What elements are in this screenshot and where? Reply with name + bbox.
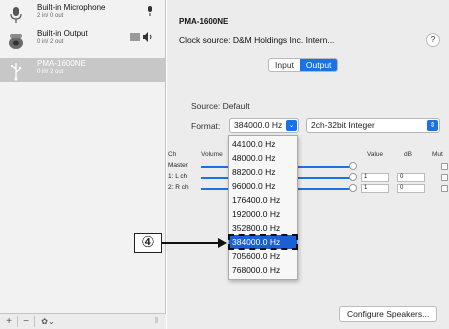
device-sidebar: Built-in Microphone 2 in/ 0 out Built-in… <box>0 0 166 329</box>
menu-item-48000[interactable]: 48000.0 Hz <box>229 151 297 165</box>
device-item-pma-1600ne[interactable]: PMA-1600NE 0 in/ 2 out <box>0 58 166 82</box>
device-io: 0 in/ 2 out <box>37 39 64 45</box>
right-value-field[interactable]: 1 <box>361 184 389 193</box>
device-item-built-in-microphone[interactable]: Built-in Microphone 2 in/ 0 out <box>0 2 166 26</box>
left-value-field[interactable]: 1 <box>361 173 389 182</box>
sidebar-toolbar: + − ✿⌄ ⦀ <box>0 313 166 329</box>
menu-item-96000[interactable]: 96000.0 Hz <box>229 179 297 193</box>
left-db-field[interactable]: 0 <box>397 173 425 182</box>
device-io: 2 in/ 0 out <box>37 13 64 19</box>
tab-output[interactable]: Output <box>299 59 338 71</box>
column-header-db: dB <box>404 151 412 158</box>
device-title: PMA-1600NE <box>179 17 229 26</box>
left-volume-knob[interactable] <box>349 173 357 181</box>
format-label: Format: <box>191 121 221 131</box>
chevron-down-icon: ⌄ <box>286 120 297 131</box>
step-callout-badge: ④ <box>134 233 162 253</box>
channel-label-left: 1: L ch <box>168 173 188 180</box>
device-name: PMA-1600NE <box>37 59 86 68</box>
menu-item-384000-selected[interactable]: 384000.0 Hz <box>228 234 298 250</box>
menu-item-44100[interactable]: 44100.0 Hz <box>229 137 297 151</box>
menu-item-88200[interactable]: 88200.0 Hz <box>229 165 297 179</box>
bit-format-select[interactable]: 2ch-32bit Integer ⇕ <box>306 118 440 133</box>
column-header-mute: Mut <box>432 151 443 158</box>
device-name: Built-in Microphone <box>37 3 106 12</box>
configure-speakers-button[interactable]: Configure Speakers... <box>339 306 438 322</box>
menu-item-768000[interactable]: 768000.0 Hz <box>229 263 297 277</box>
add-device-button[interactable]: + <box>3 315 15 328</box>
callout-arrow-line <box>162 242 220 244</box>
callout-arrow-head-icon <box>218 238 227 248</box>
divider <box>34 316 35 327</box>
channel-label-master: Master <box>168 162 188 169</box>
column-header-ch: Ch <box>168 151 177 158</box>
io-tab-control: Input Output <box>268 58 339 72</box>
clock-source-label[interactable]: Clock source: D&M Holdings Inc. Intern..… <box>179 35 334 45</box>
master-mute-checkbox[interactable] <box>441 163 448 170</box>
microphone-icon <box>6 5 26 25</box>
resize-grip-icon[interactable]: ⦀ <box>154 316 158 326</box>
menu-item-192000[interactable]: 192000.0 Hz <box>229 207 297 221</box>
volume-indicator-icon <box>130 32 154 45</box>
sample-rate-value: 384000.0 Hz <box>234 120 283 130</box>
channel-label-right: 2: R ch <box>168 184 189 191</box>
column-header-value: Value <box>367 151 384 158</box>
gear-menu-button[interactable]: ✿⌄ <box>37 315 59 328</box>
device-item-built-in-output[interactable]: Built-in Output 0 in/ 2 out <box>0 28 166 52</box>
sample-rate-dropdown-menu: 44100.0 Hz 48000.0 Hz 88200.0 Hz 96000.0… <box>228 135 298 280</box>
help-button[interactable]: ? <box>426 33 440 47</box>
menu-item-705600[interactable]: 705600.0 Hz <box>229 249 297 263</box>
device-detail-pane: PMA-1600NE Clock source: D&M Holdings In… <box>167 0 449 329</box>
divider <box>17 316 18 327</box>
left-mute-checkbox[interactable] <box>441 174 448 181</box>
right-volume-knob[interactable] <box>349 184 357 192</box>
menu-item-176400[interactable]: 176400.0 Hz <box>229 193 297 207</box>
right-db-field[interactable]: 0 <box>397 184 425 193</box>
remove-device-button[interactable]: − <box>20 315 32 328</box>
right-mute-checkbox[interactable] <box>441 185 448 192</box>
master-volume-knob[interactable] <box>349 162 357 170</box>
sample-rate-select[interactable]: 384000.0 Hz ⌄ <box>229 118 299 133</box>
column-header-volume: Volume <box>201 151 223 158</box>
bit-format-value: 2ch-32bit Integer <box>311 120 375 130</box>
tab-input[interactable]: Input <box>269 59 300 71</box>
speaker-icon <box>6 31 26 51</box>
device-io: 0 in/ 2 out <box>37 69 64 75</box>
usb-icon <box>6 61 26 81</box>
menu-item-352800[interactable]: 352800.0 Hz <box>229 221 297 235</box>
source-label: Source: Default <box>191 101 250 111</box>
device-name: Built-in Output <box>37 29 88 38</box>
chevron-updown-icon: ⇕ <box>427 120 438 131</box>
mic-indicator-icon <box>146 6 154 19</box>
